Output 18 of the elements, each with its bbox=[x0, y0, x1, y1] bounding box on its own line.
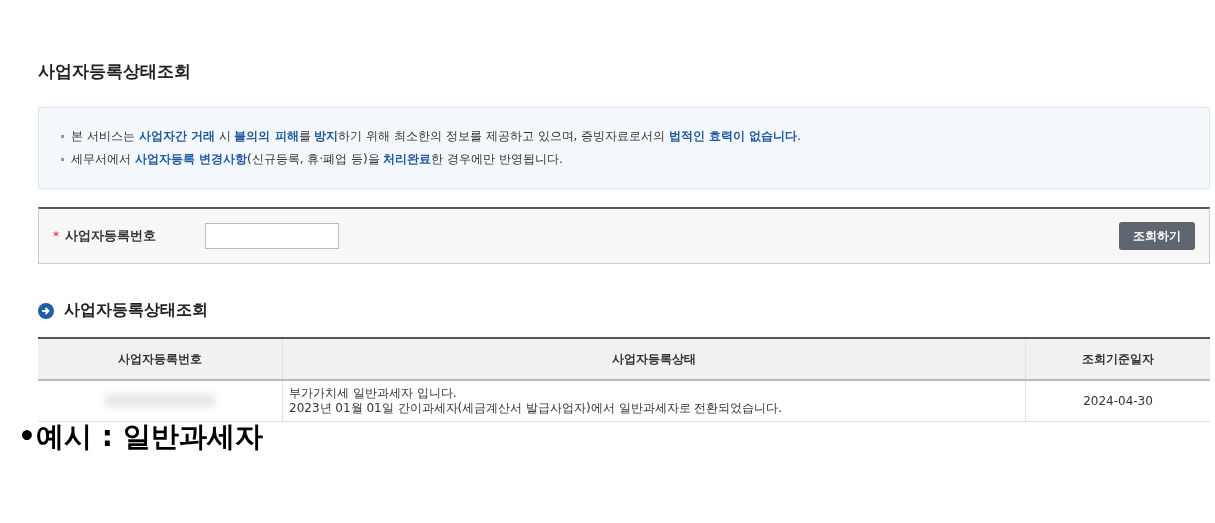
date-text: 2024-04-30 bbox=[1083, 394, 1153, 408]
input-field[interactable] bbox=[205, 223, 339, 249]
search-button[interactable]: 조회하기 bbox=[1119, 222, 1195, 250]
caption-text: •예시 : 일반과세자 bbox=[18, 420, 264, 454]
column-header: 조회기준일자 bbox=[1025, 338, 1210, 380]
section-title: 사업자등록상태조회 bbox=[64, 300, 208, 321]
notice-text: 세무서에서 사업자등록 변경사항(신규등록, 휴·폐업 등)을 처리완료한 경우에만 반영됩니다. bbox=[71, 151, 563, 168]
page-title: 사업자등록상태조회 bbox=[38, 60, 192, 83]
status-text: 부가가치세 일반과세자 입니다. bbox=[289, 386, 458, 401]
status-text: 2023년 01월 01일 간이과세자(세금계산서 발급사업자)에서 일반과세자로 전환되었습니다. bbox=[289, 401, 784, 416]
column-header: 사업자등록상태 bbox=[282, 338, 1026, 380]
column-header: 사업자등록번호 bbox=[38, 338, 283, 380]
notice-text: 본 서비스는 사업자간 거래 시 불의의 피해를 방지하기 위해 최소한의 정보를 제공하고 있으며, 증빙자료로서의 법적인 효력이 없습니다. bbox=[71, 128, 802, 145]
arrow-circle-icon bbox=[38, 302, 54, 319]
field-label: 사업자등록번호 bbox=[65, 227, 157, 245]
required-mark: * bbox=[53, 229, 59, 243]
bullet-icon bbox=[61, 135, 64, 138]
bullet-icon bbox=[61, 158, 64, 161]
